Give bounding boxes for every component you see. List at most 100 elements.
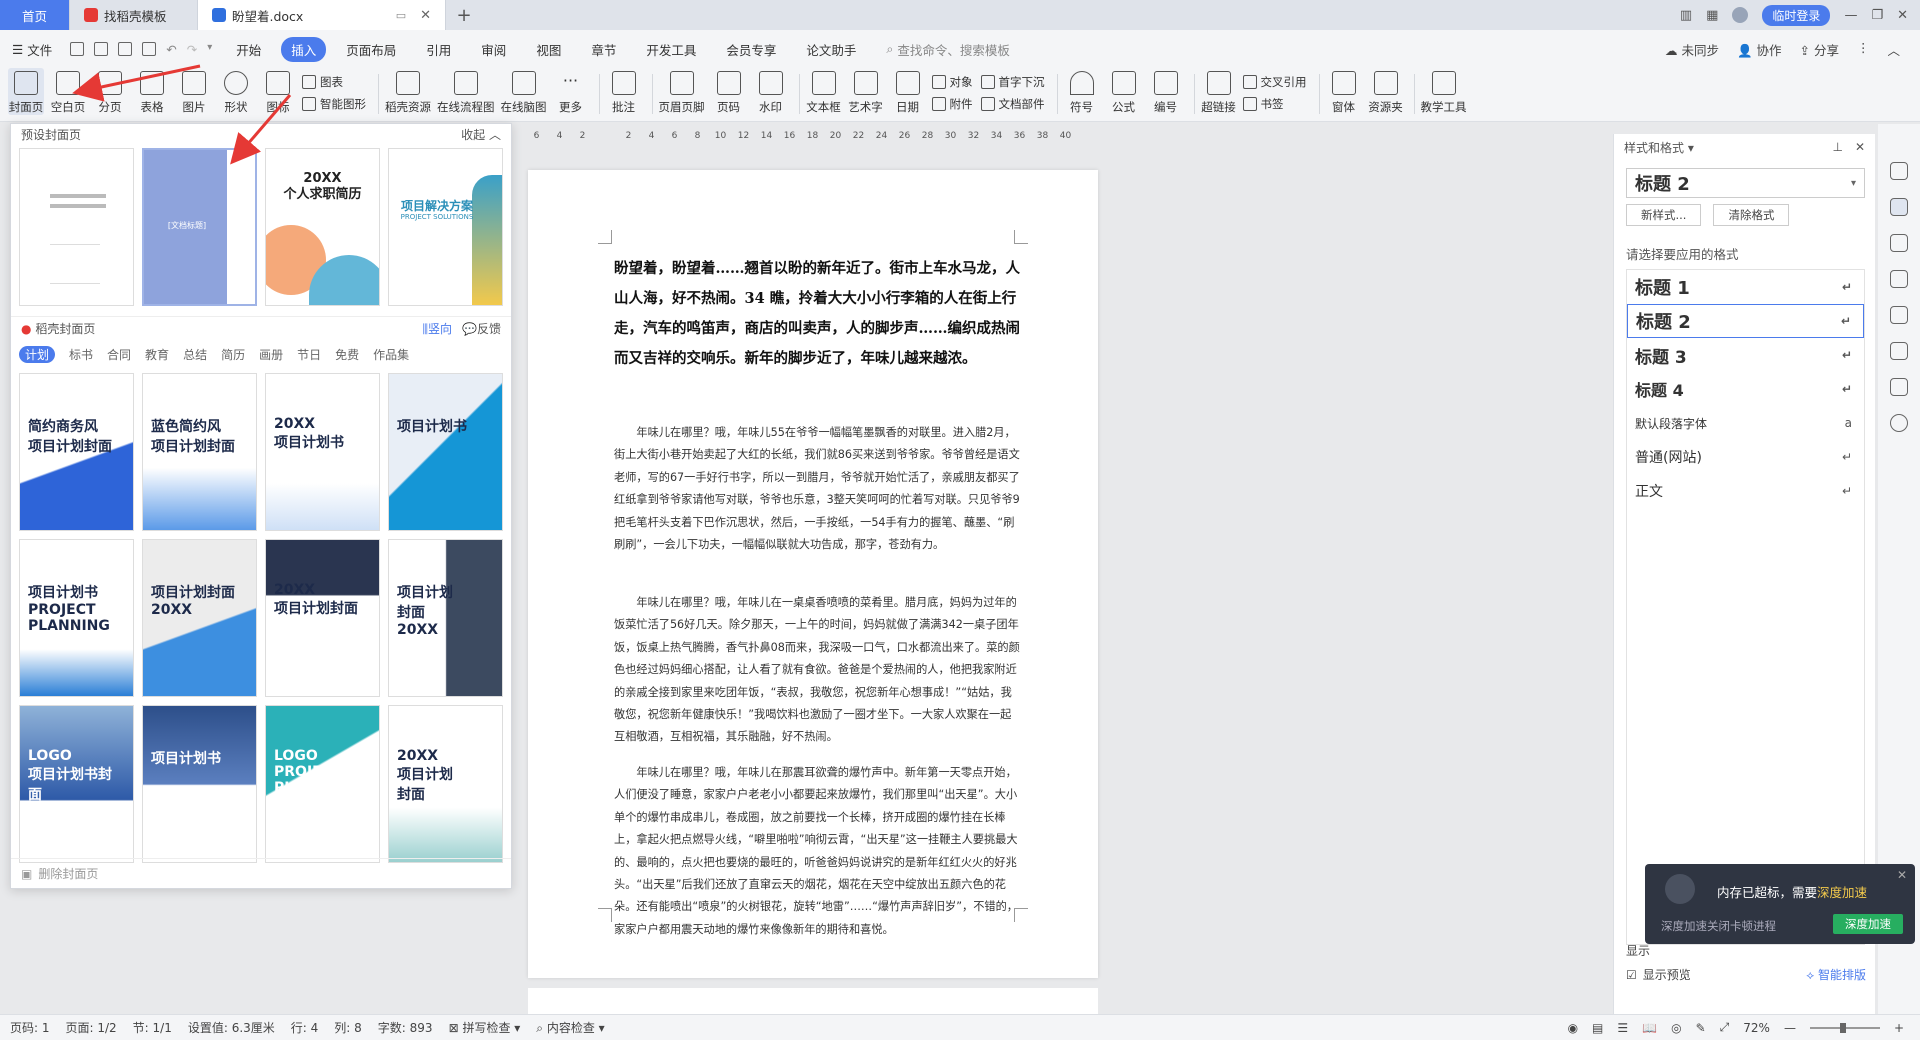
menu-layout[interactable]: 页面布局 xyxy=(336,37,406,62)
picture-button[interactable]: 图片 xyxy=(176,68,212,115)
menu-developer[interactable]: 开发工具 xyxy=(636,37,706,62)
save-icon[interactable] xyxy=(70,41,85,56)
reading-view-icon[interactable]: 📖 xyxy=(1642,1021,1657,1035)
comment-button[interactable]: 批注 xyxy=(606,68,642,115)
grid-icon[interactable]: ▦ xyxy=(1706,8,1718,23)
style-body[interactable]: 正文 ↵ xyxy=(1627,474,1864,508)
category-tab[interactable]: 免费 xyxy=(335,346,359,363)
new-tab-button[interactable]: + xyxy=(446,0,482,30)
restore-icon[interactable]: ❐ xyxy=(1871,8,1883,23)
attachment-button[interactable]: 附件 xyxy=(931,96,973,112)
status-section[interactable]: 节: 1/1 xyxy=(133,1019,172,1036)
cover-template-2[interactable]: 蓝色简约风 项目计划封面 xyxy=(142,373,257,531)
page-break-button[interactable]: 分页 xyxy=(92,68,128,115)
current-style-select[interactable]: 标题 2 ▾ xyxy=(1626,168,1865,198)
location-icon[interactable] xyxy=(1890,342,1908,360)
share-button[interactable]: ⇪ 分享 xyxy=(1800,40,1839,59)
cover-template-1[interactable]: 简约商务风 项目计划封面 xyxy=(19,373,134,531)
select-cursor-icon[interactable] xyxy=(1890,234,1908,252)
deep-accelerate-button[interactable]: 深度加速 xyxy=(1833,914,1903,934)
icon-button[interactable]: 图标 xyxy=(260,68,296,115)
textbox-button[interactable]: 文本框 xyxy=(806,68,842,115)
bookmark-button[interactable]: 书签 xyxy=(1242,96,1307,112)
style-normal-web[interactable]: 普通(网站) ↵ xyxy=(1627,440,1864,474)
layout-icon[interactable]: ▥ xyxy=(1680,8,1692,23)
status-row[interactable]: 行: 4 xyxy=(291,1019,319,1036)
document-heading[interactable]: 盼望着，盼望着……翘首以盼的新年近了。街市上车水马龙，人山人海，好不热闹。34 … xyxy=(614,254,1022,374)
more-icon[interactable]: ⋮ xyxy=(1857,40,1870,59)
cover-template-9[interactable]: LOGO 项目计划书封面 xyxy=(19,705,134,863)
minimize-icon[interactable]: — xyxy=(1844,8,1857,23)
preview-checkbox[interactable]: ☑ xyxy=(1626,968,1637,982)
crossref-button[interactable]: 交叉引用 xyxy=(1242,74,1307,90)
cover-template-4[interactable]: 项目计划书 xyxy=(388,373,503,531)
menu-insert[interactable]: 插入 xyxy=(281,36,327,62)
chart-button[interactable]: 图表 xyxy=(302,74,366,90)
form-button[interactable]: 窗体 xyxy=(1326,68,1362,115)
adjust-sliders-icon[interactable] xyxy=(1890,270,1908,288)
cover-template-6[interactable]: 项目计划封面 20XX xyxy=(142,539,257,697)
menu-chapter[interactable]: 章节 xyxy=(581,37,626,62)
more-button[interactable]: ··· 更多 xyxy=(553,68,589,115)
collapse-ribbon-icon[interactable]: ︿ xyxy=(1887,40,1900,59)
document-paragraph-2[interactable]: 年味儿在哪里？哦，年味儿在一桌桌香喷喷的菜肴里。腊月底，妈妈为过年的饭菜忙活了5… xyxy=(614,592,1022,749)
status-page[interactable]: 页码: 1 xyxy=(10,1019,50,1036)
status-word-count[interactable]: 字数: 893 xyxy=(378,1019,433,1036)
cover-template-7[interactable]: 20XX 项目计划封面 xyxy=(265,539,380,697)
docpart-button[interactable]: 文档部件 xyxy=(980,96,1045,112)
zoom-level[interactable]: 72% xyxy=(1743,1021,1770,1035)
document-page-2[interactable] xyxy=(528,988,1098,1014)
outline-view-icon[interactable]: ☰ xyxy=(1617,1021,1628,1035)
toast-accelerate-link[interactable]: 深度加速 xyxy=(1817,885,1867,900)
flowchart-button[interactable]: 在线流程图 xyxy=(437,68,495,115)
category-tab[interactable]: 计划 xyxy=(19,346,56,363)
redo-icon[interactable]: ↷ xyxy=(187,42,197,57)
rocket-icon[interactable] xyxy=(1890,162,1908,180)
backup-icon[interactable] xyxy=(1890,306,1908,324)
blank-page-button[interactable]: 空白页 xyxy=(50,68,86,115)
cover-template-8[interactable]: 项目计划 封面 20XX xyxy=(388,539,503,697)
category-tab[interactable]: 画册 xyxy=(259,346,283,363)
document-paragraph-1[interactable]: 年味儿在哪里？哦，年味儿55在爷爷一幅幅笔墨飘香的对联里。进入腊2月，街上大街小… xyxy=(614,422,1022,556)
collab-button[interactable]: 👤 协作 xyxy=(1737,40,1782,59)
file-menu[interactable]: ☰ 文件 xyxy=(12,40,52,59)
hyperlink-button[interactable]: 超链接 xyxy=(1201,68,1237,115)
print-icon[interactable] xyxy=(118,41,133,56)
style-heading-3[interactable]: 标题 3 ↵ xyxy=(1627,338,1864,372)
command-search[interactable]: ⌕ 查找命令、搜索模板 xyxy=(886,40,1010,59)
menu-review[interactable]: 审阅 xyxy=(471,37,516,62)
preset-cover-blue[interactable]: [文档标题] xyxy=(142,148,257,306)
tab-docer-templates[interactable]: 找稻壳模板 xyxy=(70,0,198,30)
new-style-button[interactable]: 新样式... xyxy=(1626,204,1702,226)
style-heading-2[interactable]: 标题 2 ↵ xyxy=(1627,304,1864,338)
help-icon[interactable] xyxy=(1890,414,1908,432)
close-panel-icon[interactable]: ✕ xyxy=(1855,140,1865,154)
content-check-button[interactable]: ⌕ 内容检查 ▾ xyxy=(536,1019,604,1036)
page-view-icon[interactable]: ▤ xyxy=(1592,1021,1603,1035)
docer-resource-button[interactable]: 稻壳资源 xyxy=(385,68,431,115)
fit-page-icon[interactable]: ⤢ xyxy=(1720,1020,1730,1035)
delete-cover-button[interactable]: ▣ 删除封面页 xyxy=(11,858,511,888)
tab-document[interactable]: 盼望着.docx ▭ ✕ xyxy=(198,0,446,30)
eye-protect-icon[interactable]: ◉ xyxy=(1568,1021,1578,1035)
smart-shape-button[interactable]: 智能图形 xyxy=(302,96,366,112)
cover-template-5[interactable]: 项目计划书 PROJECT PLANNING xyxy=(19,539,134,697)
cover-template-12[interactable]: 20XX 项目计划 封面 xyxy=(388,705,503,863)
menu-member[interactable]: 会员专享 xyxy=(716,37,786,62)
clear-format-button[interactable]: 清除格式 xyxy=(1713,204,1790,226)
teaching-tools-button[interactable]: 教学工具 xyxy=(1421,68,1467,115)
status-pages[interactable]: 页面: 1/2 xyxy=(66,1019,117,1036)
numbering-button[interactable]: 编号 xyxy=(1148,68,1184,115)
cover-template-11[interactable]: LOGO PROJECT PLAN 项目计划书封面 xyxy=(265,705,380,863)
temp-login-button[interactable]: 临时登录 xyxy=(1762,4,1831,26)
watermark-button[interactable]: 水印 xyxy=(753,68,789,115)
feedback-button[interactable]: 💬反馈 xyxy=(462,320,501,337)
category-tab[interactable]: 简历 xyxy=(221,346,245,363)
pin-icon[interactable]: ⊥ xyxy=(1832,140,1842,154)
menu-paper-assistant[interactable]: 论文助手 xyxy=(796,37,866,62)
date-button[interactable]: 日期 xyxy=(890,68,926,115)
category-tab[interactable]: 节日 xyxy=(297,346,321,363)
qa-more-icon[interactable]: ▾ xyxy=(207,42,212,57)
preset-cover-solution[interactable]: 项目解决方案 PROJECT SOLUTIONS xyxy=(388,148,503,306)
document-paragraph-3[interactable]: 年味儿在哪里？哦，年味儿在那震耳欲聋的爆竹声中。新年第一天零点开始，人们便没了睡… xyxy=(614,762,1022,941)
